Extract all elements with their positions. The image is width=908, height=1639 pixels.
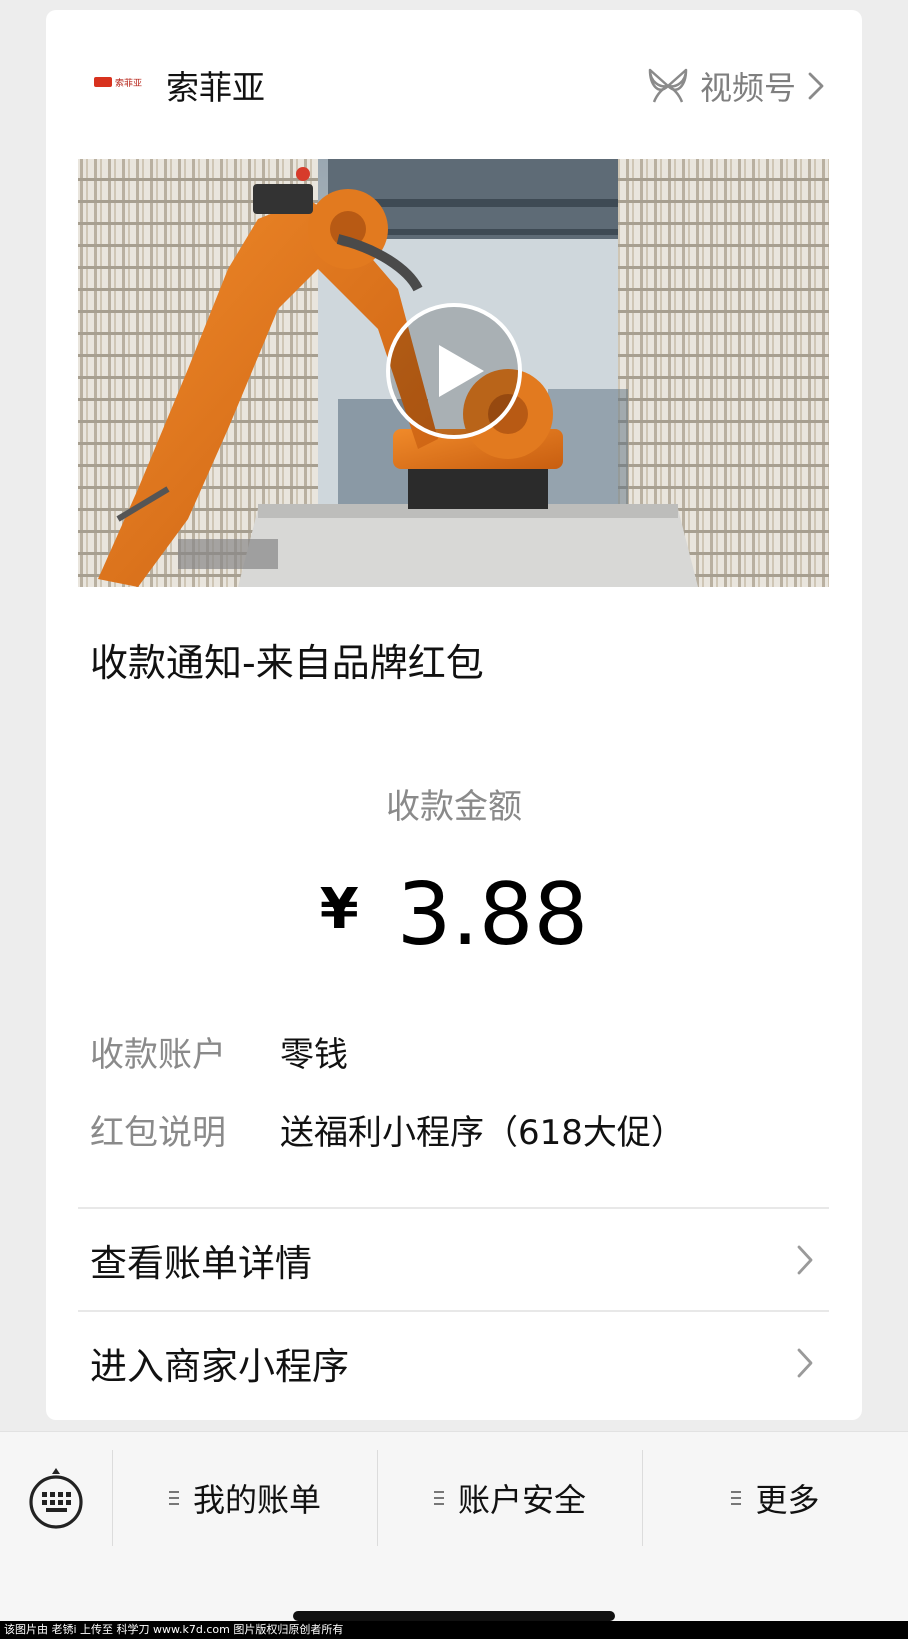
divider bbox=[78, 1207, 829, 1209]
channels-icon bbox=[646, 66, 690, 110]
brand-name[interactable]: 索菲亚 bbox=[166, 68, 265, 108]
chevron-right-icon bbox=[795, 1244, 829, 1276]
amount-label: 收款金额 bbox=[386, 787, 522, 827]
keyboard-icon bbox=[29, 1468, 83, 1529]
amount-number: 3.88 bbox=[396, 865, 589, 965]
menu-more[interactable]: 更多 bbox=[643, 1450, 908, 1546]
home-indicator[interactable] bbox=[293, 1611, 615, 1621]
account-row: 收款账户 零钱 bbox=[90, 1026, 348, 1076]
view-bill-details-link[interactable]: 查看账单详情 bbox=[78, 1210, 829, 1310]
remark-value: 送福利小程序（618大促） bbox=[280, 1112, 685, 1153]
menu-my-bills[interactable]: 我的账单 bbox=[113, 1450, 377, 1546]
divider bbox=[78, 1310, 829, 1312]
brand-logo-mark bbox=[94, 77, 112, 87]
channels-link[interactable]: 视频号 bbox=[646, 66, 826, 110]
account-label: 收款账户 bbox=[90, 1034, 226, 1075]
play-icon bbox=[386, 303, 522, 439]
channels-label: 视频号 bbox=[699, 69, 796, 107]
brand-header: 索菲亚 索菲亚 视频号 bbox=[46, 10, 862, 160]
menu-account-security[interactable]: 账户安全 bbox=[378, 1450, 642, 1546]
remark-label: 红包说明 bbox=[90, 1112, 226, 1153]
amount-value: ¥3.88 bbox=[46, 860, 862, 965]
chevron-right-icon bbox=[795, 1347, 829, 1379]
watermark-text: 该图片由 老锈i 上传至 科学刀 www.k7d.com 图片版权归原创者所有 bbox=[0, 1621, 908, 1639]
currency-symbol: ¥ bbox=[319, 877, 359, 942]
remark-row: 红包说明 送福利小程序（618大促） bbox=[90, 1104, 685, 1154]
menu-list-icon bbox=[731, 1491, 742, 1505]
keyboard-toggle-button[interactable] bbox=[25, 1466, 87, 1530]
brand-logo-text: 索菲亚 bbox=[115, 78, 143, 89]
account-value: 零钱 bbox=[280, 1034, 348, 1075]
menu-my-bills-label: 我的账单 bbox=[192, 1481, 321, 1519]
video-thumbnail[interactable] bbox=[78, 159, 829, 587]
chevron-right-icon bbox=[806, 71, 826, 105]
notice-title: 收款通知-来自品牌红包 bbox=[90, 641, 484, 685]
menu-more-label: 更多 bbox=[755, 1481, 820, 1519]
enter-mini-program-label: 进入商家小程序 bbox=[90, 1345, 349, 1388]
play-button[interactable] bbox=[384, 301, 524, 441]
enter-mini-program-link[interactable]: 进入商家小程序 bbox=[78, 1313, 829, 1413]
menu-list-icon bbox=[433, 1491, 444, 1505]
brand-logo[interactable]: 索菲亚 bbox=[94, 72, 146, 92]
menu-list-icon bbox=[168, 1491, 179, 1505]
bottom-menu-bar: 我的账单 账户安全 更多 bbox=[0, 1431, 908, 1622]
view-bill-details-label: 查看账单详情 bbox=[90, 1242, 312, 1285]
menu-account-security-label: 账户安全 bbox=[457, 1481, 586, 1519]
notification-card: 索菲亚 索菲亚 视频号 收款通知-来自品牌红包 收款金额 ¥ 3.88 收款账户… bbox=[46, 10, 862, 1420]
